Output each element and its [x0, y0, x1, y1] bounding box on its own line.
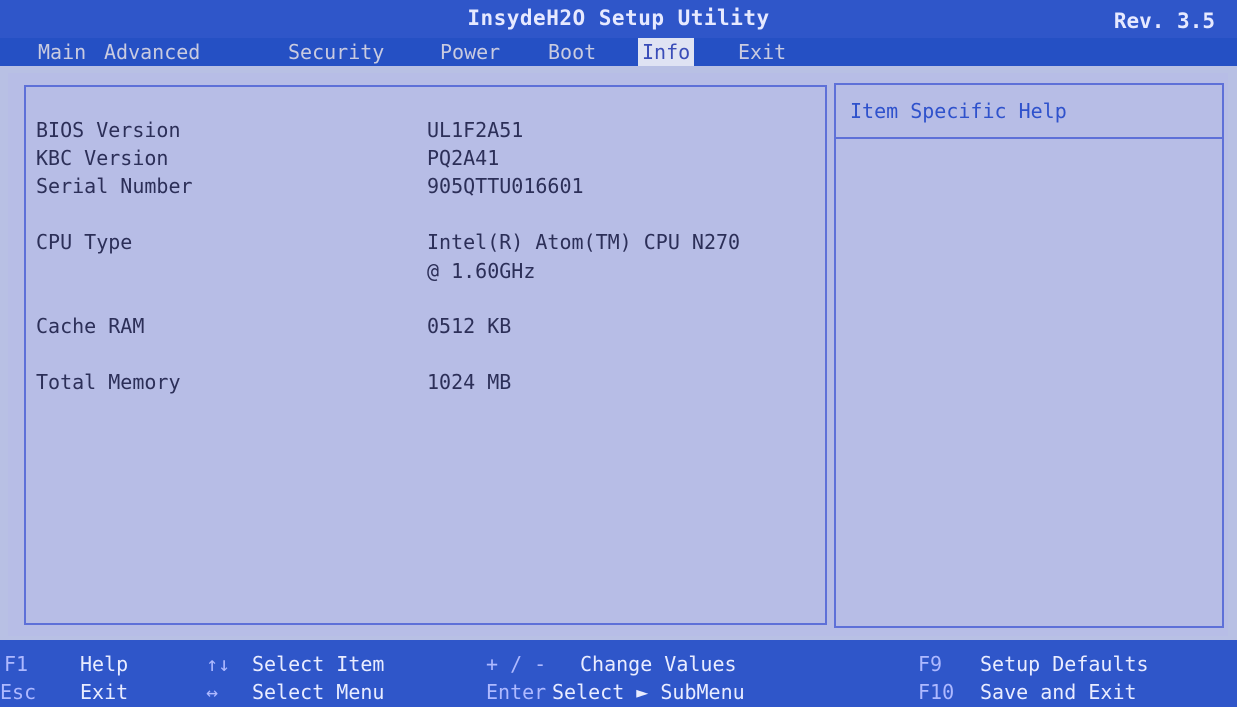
serial-number-value: 905QTTU016601 [427, 174, 584, 198]
cache-ram-label: Cache RAM [36, 314, 145, 338]
revision-label: Rev. 3.5 [1113, 9, 1215, 33]
help-pane: Item Specific Help [834, 83, 1224, 628]
key-left-right: ↔ [206, 680, 219, 704]
total-memory-value: 1024 MB [427, 370, 512, 394]
hint-exit: Exit [80, 680, 129, 704]
tab-exit[interactable]: Exit [734, 38, 790, 66]
tab-power[interactable]: Power [436, 38, 504, 66]
hint-help: Help [80, 652, 129, 676]
help-divider [836, 137, 1222, 139]
tab-main[interactable]: Main [34, 38, 90, 66]
hint-select-item: Select Item [252, 652, 385, 676]
hint-save-and-exit: Save and Exit [980, 680, 1137, 704]
help-title: Item Specific Help [850, 99, 1067, 123]
serial-number-label: Serial Number [36, 174, 193, 198]
bios-version-label: BIOS Version [36, 118, 181, 142]
hint-select-menu: Select Menu [252, 680, 385, 704]
cpu-type-value-line2: @ 1.60GHz [427, 259, 536, 283]
tab-info[interactable]: Info [638, 38, 695, 66]
key-f1: F1 [4, 652, 29, 676]
cache-ram-value: 0512 KB [427, 314, 512, 338]
key-enter: Enter [486, 680, 547, 704]
hint-change-values: Change Values [580, 652, 737, 676]
window-title: InsydeH2O Setup Utility [467, 6, 770, 30]
key-f9: F9 [918, 652, 943, 676]
tab-boot[interactable]: Boot [544, 38, 600, 66]
cpu-type-label: CPU Type [36, 230, 133, 254]
cpu-type-value-line1: Intel(R) Atom(TM) CPU N270 [427, 230, 741, 254]
hint-select-submenu: Select ► SubMenu [552, 680, 745, 704]
title-bar: InsydeH2O Setup Utility Rev. 3.5 [0, 0, 1237, 38]
total-memory-label: Total Memory [36, 370, 181, 394]
kbc-version-label: KBC Version [36, 146, 169, 170]
key-f10: F10 [918, 680, 955, 704]
key-plus-minus: + / - [486, 652, 547, 676]
hint-setup-defaults: Setup Defaults [980, 652, 1149, 676]
kbc-version-value: PQ2A41 [427, 146, 500, 170]
bios-version-value: UL1F2A51 [427, 118, 524, 142]
tab-security[interactable]: Security [284, 38, 388, 66]
key-esc: Esc [0, 680, 37, 704]
key-up-down: ↑↓ [206, 652, 231, 676]
tab-advanced[interactable]: Advanced [100, 38, 204, 66]
key-hints-bar: F1 Help ↑↓ Select Item + / - Change Valu… [0, 640, 1237, 707]
menu-bar: Main Advanced Security Power Boot Info E… [0, 38, 1237, 66]
